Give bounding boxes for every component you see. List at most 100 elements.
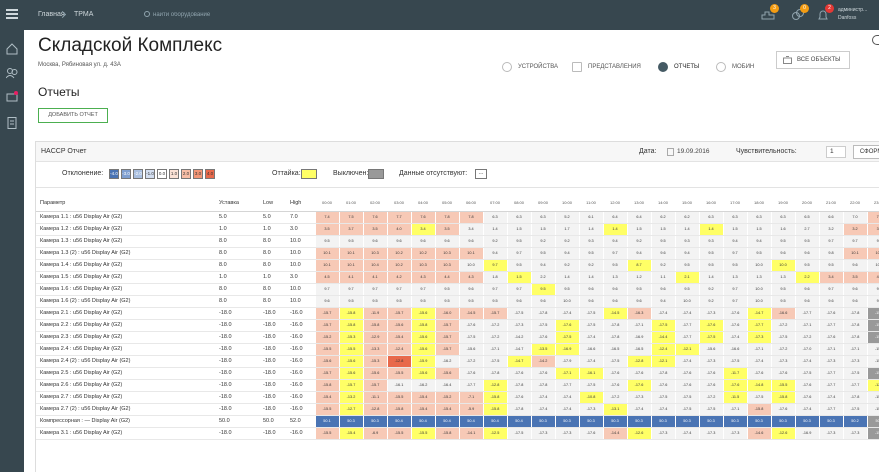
setpoint-value: -18.0 — [216, 307, 260, 320]
hour-cell: 9.2 — [698, 283, 723, 296]
hour-cell: 9.7 — [722, 247, 747, 260]
table-row[interactable]: Камера 1.3 (2) : u56 Display Air (G2) 8.0… — [36, 247, 879, 260]
hour-cell: -16.9 — [554, 343, 579, 356]
hour-cell: 9.7 — [386, 283, 411, 296]
table-row[interactable]: Камера 1.3 : u56 Display Air (G2) 8.0 8.0 1… — [36, 235, 879, 248]
hour-cell: -12.6 — [626, 427, 651, 440]
setpoint-value: 8.0 — [216, 235, 260, 248]
table-row[interactable]: Камера 1.4 : u56 Display Air (G2) 8.0 8.0 1… — [36, 259, 879, 272]
hour-cell: 9.5 — [314, 235, 339, 248]
hour-cell: -14.7 — [506, 343, 531, 356]
hour-cell: 9.5 — [362, 295, 387, 308]
all-objects-button[interactable]: ВСЕ ОБЪЕКТЫ — [776, 51, 850, 69]
link-icon[interactable]: 0 — [790, 4, 809, 23]
hour-cell: -15.7 — [338, 379, 363, 392]
hour-cell: 3.4 — [410, 223, 435, 236]
equipment-icon[interactable]: 3 — [760, 4, 779, 23]
hour-cell: -17.6 — [818, 331, 843, 344]
hour-cell: -17.1 — [626, 319, 651, 332]
add-report-button[interactable]: ДОБАВИТЬ ОТЧЕТ — [38, 108, 108, 123]
hour-cell: 50.2 — [842, 415, 867, 428]
nodata-swatch: --- — [475, 169, 487, 179]
hour-cell: -13.1 — [602, 403, 627, 416]
table-row[interactable]: Камера 2.6 : u56 Display Air (G2) -18.0 -1… — [36, 379, 879, 392]
table-row[interactable]: Камера 1.5 : u56 Display Air (G2) 1.0 1.0 3… — [36, 271, 879, 284]
high-value: -16.0 — [287, 379, 315, 392]
hour-cell: -14.7 — [506, 355, 531, 368]
high-value: -16.0 — [287, 307, 315, 320]
hour-cell: -12.7 — [338, 403, 363, 416]
table-row[interactable]: Камера 2.5 : u56 Display Air (G2) -18.0 -1… — [36, 367, 879, 380]
parameter-name: Камера 2.7 (2) : u56 Display Air (G2) — [36, 403, 216, 416]
messages-icon[interactable] — [6, 90, 18, 102]
table-row[interactable]: Камера 2.7 (2) : u56 Display Air (G2) -18… — [36, 403, 879, 416]
hour-cell: 3.2 — [842, 223, 867, 236]
sidebar — [0, 30, 24, 472]
hour-cell: -16.9 — [794, 427, 819, 440]
table-row[interactable]: Камера 1.1 : u56 Display Air (G2) 5.0 5.0 7… — [36, 211, 879, 224]
hour-cell: 9.5 — [866, 283, 879, 296]
menu-icon[interactable] — [6, 9, 18, 19]
hour-cell: 9.6 — [578, 283, 603, 296]
hour-cell: 9.5 — [506, 259, 531, 272]
table-row[interactable]: Камера 2.4 : u56 Display Air (G2) -18.0 -1… — [36, 343, 879, 356]
users-icon[interactable] — [5, 66, 18, 79]
setpoint-value: -18.0 — [216, 391, 260, 404]
low-value: -18.0 — [260, 403, 287, 416]
deviation-swatch: -1.0 — [145, 169, 155, 179]
table-row[interactable]: Камера 1.2 : u56 Display Air (G2) 1.0 1.0 3… — [36, 223, 879, 236]
sensitivity-input[interactable]: 1 — [826, 146, 846, 158]
hour-cell: -17.3 — [578, 403, 603, 416]
generate-button[interactable]: СФОРМИРОВАТЬ — [853, 145, 879, 159]
hour-cell: -17.8 — [506, 403, 531, 416]
date-field[interactable]: 19.09.2016 — [665, 146, 720, 158]
home-icon[interactable] — [6, 42, 18, 55]
hour-cell: -15.8 — [386, 403, 411, 416]
hour-cell: -17.3 — [818, 355, 843, 368]
hour-cell: -15.4 — [866, 403, 879, 416]
hour-cell: -15.6 — [338, 367, 363, 380]
hour-cell: 9.5 — [554, 283, 579, 296]
user-menu[interactable]: администр... Danfoss — [838, 6, 878, 22]
hour-cell: 9.7 — [410, 283, 435, 296]
table-row[interactable]: Камера 2.2 : u56 Display Air (G2) -18.0 -1… — [36, 319, 879, 332]
hour-cell: -17.7 — [818, 403, 843, 416]
search-box[interactable] — [140, 7, 260, 23]
table-row[interactable]: Камера 2.3 : u56 Display Air (G2) -18.0 -1… — [36, 331, 879, 344]
bell-icon[interactable]: 2 — [815, 4, 834, 23]
table-row[interactable]: Камера 2.1 : u56 Display Air (G2) -18.0 -1… — [36, 307, 879, 320]
hour-cell: -17.6 — [626, 379, 651, 392]
documents-icon[interactable] — [6, 116, 18, 129]
hour-cell: 1.5 — [746, 223, 771, 236]
parameter-name: Камера 2.4 : u56 Display Air (G2) — [36, 343, 216, 356]
hour-cell: 10.2 — [386, 259, 411, 272]
hour-cell: -17.3 — [650, 427, 675, 440]
hour-cell: 10.0 — [746, 283, 771, 296]
hour-cell: -15.7 — [866, 331, 879, 344]
table-row[interactable]: Компрессорная : — Display Air (G2) 50.0 50… — [36, 415, 879, 428]
hour-cell: 10.3 — [434, 247, 459, 260]
table-row[interactable]: Камера 1.6 (2) : u56 Display Air (G2) 8.0… — [36, 295, 879, 308]
search-input[interactable] — [153, 8, 258, 22]
hour-cell: -17.8 — [602, 331, 627, 344]
hour-cell: -17.4 — [530, 403, 555, 416]
table-row[interactable]: Камера 2.7 : u56 Display Air (G2) -18.0 -1… — [36, 391, 879, 404]
hour-cell: 50.3 — [530, 415, 555, 428]
col-low: Low — [260, 195, 287, 212]
deviation-swatch: 4.0 — [205, 169, 215, 179]
hour-cell: -17.7 — [842, 379, 867, 392]
hour-cell: -17.7 — [746, 319, 771, 332]
breadcrumb-current[interactable]: ТРМА — [74, 0, 93, 30]
hour-cell: -15.5 — [386, 391, 411, 404]
side-panel-toggle-icon[interactable] — [872, 35, 879, 45]
table-row[interactable]: Камера 2.4 (2) : u56 Display Air (G2) -18… — [36, 355, 879, 368]
hour-cell: -17.5 — [698, 331, 723, 344]
hour-cell: 9.5 — [506, 235, 531, 248]
table-row[interactable]: Камера 3.1 : u56 Display Air (G2) -18.0 -1… — [36, 427, 879, 440]
table-row[interactable]: Камера 1.6 : u56 Display Air (G2) 8.0 8.0 1… — [36, 283, 879, 296]
hour-cell: 50.3 — [818, 415, 843, 428]
hour-cell: 9.5 — [338, 295, 363, 308]
hour-cell: -15.4 — [410, 391, 435, 404]
hour-cell: -17.7 — [554, 379, 579, 392]
parameter-name: Камера 1.6 : u56 Display Air (G2) — [36, 283, 216, 296]
